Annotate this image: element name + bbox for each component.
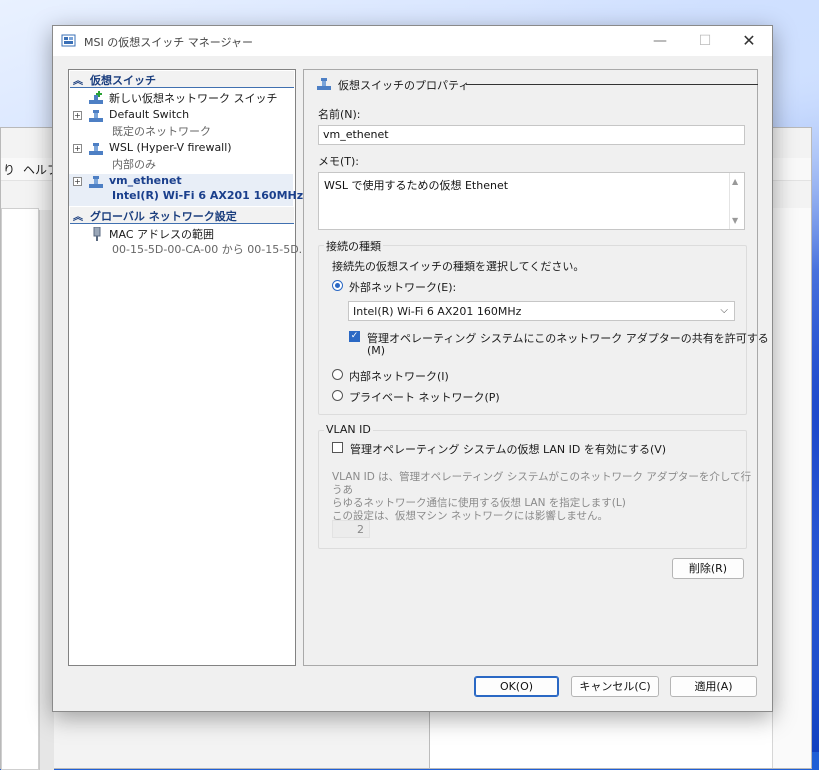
- tree-item-label: 新しい仮想ネットワーク スイッチ: [109, 92, 278, 105]
- scroll-down-icon[interactable]: ▼: [732, 216, 738, 225]
- background-menu-item[interactable]: り: [3, 161, 15, 178]
- internal-network-radio[interactable]: [332, 369, 343, 380]
- maximize-button[interactable]: ☐: [690, 30, 720, 52]
- vlan-description-line: らゆるネットワーク通信に使用する仮想 LAN を指定します(L): [332, 497, 626, 509]
- share-adapter-checkbox[interactable]: ✓: [349, 331, 360, 342]
- section-global-network[interactable]: ︽ グローバル ネットワーク設定: [70, 207, 294, 224]
- minimize-button[interactable]: —: [645, 30, 675, 52]
- close-button[interactable]: ✕: [734, 30, 764, 52]
- collapse-chevron-icon: ︽: [73, 76, 83, 87]
- tree-item-label: vm_ethenet: [109, 174, 182, 187]
- collapse-chevron-icon: ︽: [73, 212, 83, 223]
- switch-manager-dialog: MSI の仮想スイッチ マネージャー — ☐ ✕ ︽ 仮想スイッチ 新しい仮想ネ…: [52, 25, 773, 712]
- private-network-label[interactable]: プライベート ネットワーク(P): [349, 389, 500, 405]
- switch-tree: ︽ 仮想スイッチ 新しい仮想ネットワーク スイッチ + Default Swit…: [68, 69, 309, 666]
- header-divider: [466, 84, 758, 85]
- tree-item-wsl-switch[interactable]: + WSL (Hyper-V firewall) 内部のみ: [69, 141, 293, 173]
- properties-pane: 仮想スイッチのプロパティ 名前(N): vm_ethenet メモ(T): WS…: [303, 69, 769, 666]
- memo-scrollbar[interactable]: ▲ ▼: [729, 173, 744, 229]
- network-switch-icon: [89, 176, 103, 188]
- adapter-select-value: Intel(R) Wi-Fi 6 AX201 160MHz: [353, 305, 522, 318]
- properties-header: 仮想スイッチのプロパティ: [316, 77, 758, 92]
- share-adapter-label-mnemonic[interactable]: (M): [367, 344, 385, 357]
- tree-item-default-switch[interactable]: + Default Switch 既定のネットワーク: [69, 108, 293, 140]
- title-bar: MSI の仮想スイッチ マネージャー — ☐ ✕: [53, 26, 772, 56]
- vlan-enable-checkbox[interactable]: [332, 442, 343, 453]
- external-network-radio[interactable]: [332, 280, 343, 291]
- apply-button[interactable]: 適用(A): [670, 676, 757, 697]
- vlan-description-line: この設定は、仮想マシン ネットワークには影響しません。: [332, 510, 609, 522]
- section-label: グローバル ネットワーク設定: [90, 210, 237, 223]
- section-label: 仮想スイッチ: [90, 74, 156, 87]
- vlan-group-title: VLAN ID: [324, 423, 373, 436]
- background-pane: [1, 208, 39, 770]
- tree-item-label: MAC アドレスの範囲: [109, 228, 214, 241]
- network-switch-icon: [89, 110, 103, 122]
- network-switch-icon: [317, 78, 331, 90]
- remove-button[interactable]: 削除(R): [672, 558, 744, 579]
- vlan-enable-label[interactable]: 管理オペレーティング システムの仮想 LAN ID を有効にする(V): [350, 441, 666, 457]
- properties-title: 仮想スイッチのプロパティ: [338, 79, 470, 92]
- expand-icon[interactable]: +: [73, 111, 82, 120]
- cancel-button[interactable]: キャンセル(C): [571, 676, 659, 697]
- tree-item-vm-ethenet[interactable]: + vm_ethenet Intel(R) Wi-Fi 6 AX201 160M…: [69, 174, 303, 206]
- network-switch-icon: [89, 143, 103, 155]
- private-network-radio[interactable]: [332, 390, 343, 401]
- expand-icon[interactable]: +: [73, 177, 82, 186]
- tree-item-sublabel: Intel(R) Wi-Fi 6 AX201 160MHz: [112, 189, 304, 202]
- tree-item-sublabel: 内部のみ: [112, 158, 156, 171]
- internal-network-label[interactable]: 内部ネットワーク(I): [349, 368, 449, 384]
- vlan-id-input: 2: [332, 520, 370, 538]
- tree-item-mac-range[interactable]: MAC アドレスの範囲 00-15-5D-00-CA-00 から 00-15-5…: [69, 226, 309, 258]
- expand-icon[interactable]: +: [73, 144, 82, 153]
- tree-item-label: WSL (Hyper-V firewall): [109, 141, 232, 154]
- dialog-title: MSI の仮想スイッチ マネージャー: [84, 36, 253, 49]
- background-scroll-strip: [772, 208, 811, 768]
- tree-item-new-switch[interactable]: 新しい仮想ネットワーク スイッチ: [69, 90, 293, 106]
- vlan-description-line: VLAN ID は、管理オペレーティング システムがこのネットワーク アダプター…: [332, 471, 752, 496]
- tree-item-sublabel: 00-15-5D-00-CA-00 から 00-15-5D...: [112, 243, 310, 256]
- scroll-up-icon[interactable]: ▲: [732, 177, 738, 186]
- name-label: 名前(N):: [318, 108, 361, 121]
- adapter-select[interactable]: Intel(R) Wi-Fi 6 AX201 160MHz ⌵: [348, 301, 735, 321]
- add-switch-icon: [89, 91, 103, 104]
- vlan-description: VLAN ID は、管理オペレーティング システムがこのネットワーク アダプター…: [332, 471, 757, 523]
- share-adapter-label[interactable]: 管理オペレーティング システムにこのネットワーク アダプターの共有を許可する: [367, 330, 769, 346]
- tree-item-sublabel: 既定のネットワーク: [112, 125, 211, 138]
- memo-text: WSL で使用するための仮想 Ethenet: [324, 179, 509, 192]
- section-virtual-switch[interactable]: ︽ 仮想スイッチ: [70, 71, 294, 88]
- name-input[interactable]: vm_ethenet: [318, 125, 745, 145]
- connection-type-title: 接続の種類: [324, 238, 383, 254]
- memo-label: メモ(T):: [318, 155, 360, 168]
- tree-item-label: Default Switch: [109, 108, 190, 121]
- memo-textarea[interactable]: WSL で使用するための仮想 Ethenet ▲ ▼: [318, 172, 745, 230]
- external-network-label[interactable]: 外部ネットワーク(E):: [349, 279, 456, 295]
- switch-manager-icon: [61, 34, 76, 47]
- chevron-down-icon: ⌵: [720, 305, 728, 316]
- mac-range-icon: [93, 227, 101, 241]
- ok-button[interactable]: OK(O): [474, 676, 559, 697]
- connection-prompt: 接続先の仮想スイッチの種類を選択してください。: [332, 260, 585, 273]
